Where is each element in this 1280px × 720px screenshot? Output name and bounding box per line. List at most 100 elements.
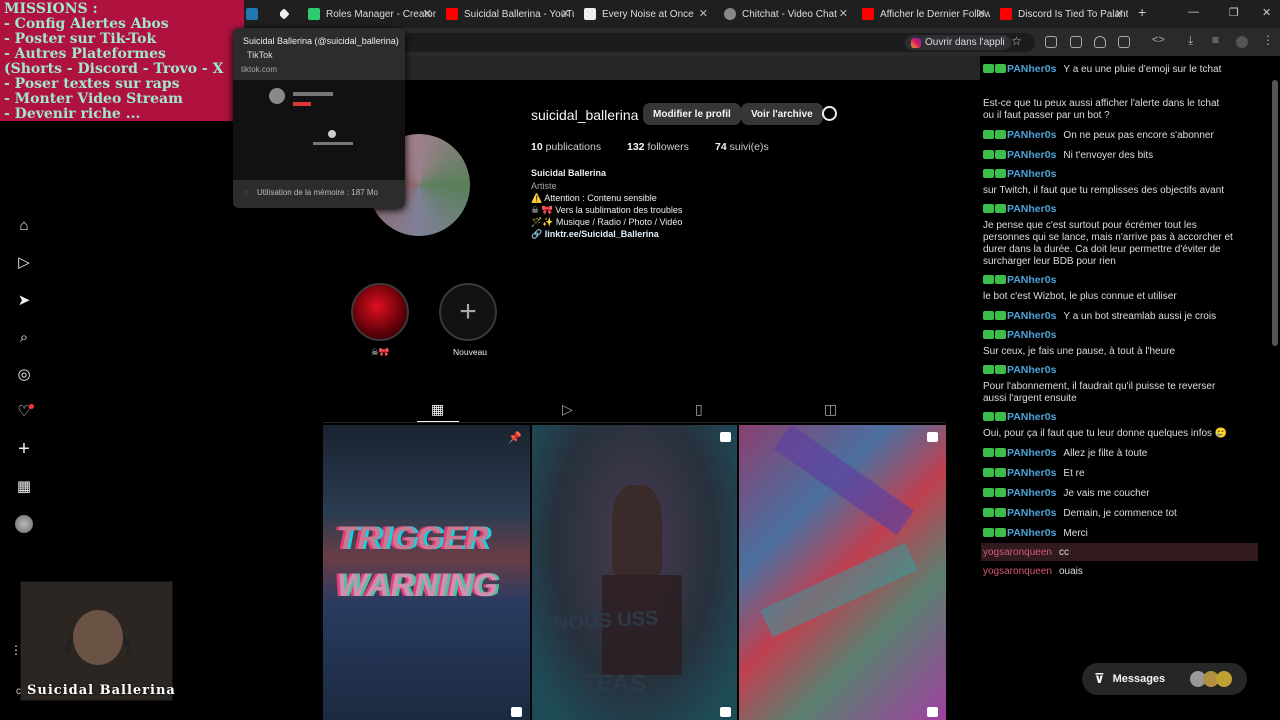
chat-username[interactable]: PANher0s (1007, 329, 1056, 341)
search-icon[interactable]: ⌕ (14, 327, 34, 347)
chat-username[interactable]: PANher0s (1007, 168, 1056, 180)
highlight-label: ☠🎀 (371, 347, 390, 357)
tab-pinned[interactable] (280, 4, 300, 24)
hover-card-site: TikTok (247, 50, 273, 60)
close-icon[interactable]: ✕ (423, 7, 432, 20)
tab-favicon (308, 8, 320, 20)
chat-username[interactable]: PANher0s (1007, 129, 1056, 141)
bio-line: 🪄✨ Musique / Radio / Photo / Vidéo (531, 217, 683, 227)
edit-profile-button[interactable]: Modifier le profil (643, 103, 741, 125)
profile-avatar-nav[interactable] (14, 514, 34, 534)
active-tab-indicator (417, 421, 459, 422)
tab-tiktok[interactable] (246, 4, 270, 24)
tagged-icon[interactable]: ◫ (824, 401, 837, 418)
chat-username[interactable]: yogsaronqueen (983, 547, 1052, 558)
story-highlight[interactable] (351, 283, 409, 341)
explore-icon[interactable]: ◎ (14, 364, 34, 384)
chat-text: Y a eu une pluie d'emoji sur le tchat (1063, 64, 1222, 75)
chat-badge-icon (995, 508, 1006, 517)
chat-badge-icon (983, 448, 994, 457)
tab-dernier-follow[interactable]: Afficher le Dernier Follow ✕ (862, 4, 990, 24)
new-tab-icon[interactable]: + (1138, 4, 1146, 20)
saved-bookmark-icon[interactable]: ▯ (695, 401, 703, 418)
reels-tab-icon[interactable]: ▷ (562, 401, 573, 418)
reel-icon (927, 707, 938, 717)
tab-chitchat[interactable]: Chitchat - Video Chat ✕ (724, 4, 852, 24)
minimize-icon[interactable]: — (1188, 6, 1199, 18)
webcam-prefix: c (16, 686, 21, 697)
chat-badge-icon (995, 311, 1006, 320)
chat-scrollbar[interactable] (1272, 80, 1278, 346)
chat-username[interactable]: PANher0s (1007, 507, 1056, 519)
chat-badge-icon (983, 468, 994, 477)
chat-username[interactable]: PANher0s (1007, 149, 1056, 161)
chat-message: PANher0s Allez je filte à toute (983, 447, 1147, 460)
restore-icon[interactable]: ❐ (1229, 6, 1239, 19)
chat-username[interactable]: PANher0s (1007, 467, 1056, 479)
open-in-app-label: Ouvrir dans l'appli (925, 37, 1005, 48)
chat-username[interactable]: yogsaronqueen (983, 566, 1052, 577)
grid-icon[interactable]: ▦ (431, 401, 444, 418)
post-tile[interactable]: TRIGGER WARNING 📌 (323, 425, 530, 720)
chat-message: le bot c'est Wizbot, le plus connue et u… (983, 291, 1177, 303)
more-icon[interactable]: ⋮ (1262, 33, 1274, 47)
tab-discord[interactable]: Discord Is Tied To Palanti ✕ (1000, 4, 1128, 24)
extension-icon[interactable] (1045, 36, 1057, 48)
messages-button[interactable]: ⊽ Messages (1082, 663, 1247, 695)
direct-send-icon[interactable]: ➤ (14, 290, 34, 310)
posts-count: 10 publications (531, 141, 602, 153)
code-icon[interactable]: <> (1152, 34, 1165, 46)
chat-username[interactable]: PANher0s (1007, 274, 1056, 286)
chat-username[interactable]: PANher0s (1007, 63, 1056, 75)
new-highlight-button[interactable]: + (439, 283, 497, 341)
close-icon[interactable]: ✕ (977, 7, 986, 20)
chat-badge-icon (983, 150, 994, 159)
chat-badge-icon (995, 412, 1006, 421)
chat-username[interactable]: PANher0s (1007, 447, 1056, 459)
chat-username[interactable]: PANher0s (1007, 527, 1056, 539)
mission-line: - Poser textes sur raps (4, 76, 180, 92)
bio-link[interactable]: 🔗 linktr.ee/Suicidal_Ballerina (531, 229, 659, 240)
chat-text: le bot c'est Wizbot, le plus connue et u… (983, 291, 1177, 302)
chat-username[interactable]: PANher0s (1007, 364, 1056, 376)
menu-lines-icon[interactable]: ≡ (1212, 33, 1224, 47)
tab-every-noise[interactable]: Every Noise at Once ✕ (584, 4, 712, 24)
home-icon[interactable]: ⌂ (14, 215, 34, 235)
post-tile[interactable] (739, 424, 946, 720)
create-icon[interactable]: + (14, 438, 34, 460)
dashboard-icon[interactable]: ▦ (14, 476, 34, 496)
chat-username[interactable]: PANher0s (1007, 411, 1056, 423)
puzzle-icon[interactable] (1118, 36, 1130, 48)
hover-card-title: Suicidal Ballerina (@suicidal_ballerina) (243, 36, 399, 46)
chat-username[interactable]: PANher0s (1007, 203, 1056, 215)
chat-username[interactable]: PANher0s (1007, 310, 1056, 322)
tab-youtube[interactable]: Suicidal Ballerina - YouTub ✕ (446, 4, 574, 24)
settings-gear-icon[interactable] (822, 106, 837, 121)
chat-text: ou il faut passer par un bot ? (983, 110, 1110, 121)
extension-icon[interactable] (1070, 36, 1082, 48)
chat-message: PANher0s Et re (983, 467, 1085, 480)
following-count[interactable]: 74 suivi(e)s (715, 141, 769, 153)
followers-count[interactable]: 132 followers (627, 141, 689, 153)
chat-badge-icon (995, 64, 1006, 73)
chat-badge-icon (983, 275, 994, 284)
tab-roles-manager[interactable]: Roles Manager - Creator S ✕ (308, 4, 436, 24)
close-icon[interactable]: ✕ (699, 7, 708, 20)
reels-icon[interactable]: ▷ (14, 252, 34, 272)
star-icon[interactable]: ☆ (1011, 34, 1023, 48)
shield-icon[interactable] (1094, 36, 1106, 48)
close-window-icon[interactable]: ✕ (1262, 6, 1271, 19)
tab-label: Afficher le Dernier Follow (880, 8, 990, 20)
mission-line: - Autres Plateformes (4, 46, 166, 62)
view-archive-button[interactable]: Voir l'archive (741, 103, 823, 125)
post-tile[interactable]: NOUS USS TEAS (532, 425, 737, 720)
messages-label: Messages (1112, 673, 1166, 685)
close-icon[interactable]: ✕ (839, 7, 848, 20)
download-icon[interactable]: ⤓ (1188, 33, 1200, 47)
chat-badge-icon (983, 204, 994, 213)
close-icon[interactable]: ✕ (1115, 7, 1124, 20)
close-icon[interactable]: ✕ (561, 7, 570, 20)
open-in-app-button[interactable]: Ouvrir dans l'appli (905, 35, 1011, 50)
avatar[interactable] (1236, 36, 1248, 48)
chat-username[interactable]: PANher0s (1007, 487, 1056, 499)
